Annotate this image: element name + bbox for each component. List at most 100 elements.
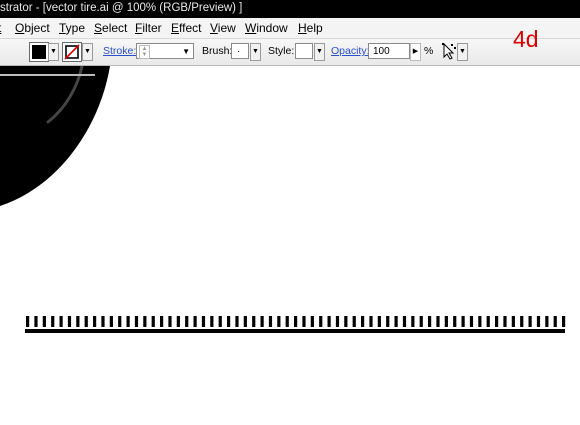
tread-tick[interactable] [243, 316, 247, 327]
tread-tick[interactable] [294, 316, 298, 327]
tread-base-bar[interactable] [25, 329, 565, 333]
tread-tick[interactable] [495, 316, 499, 327]
brush-field[interactable]: · [231, 43, 249, 59]
tread-tick[interactable] [436, 316, 440, 327]
stroke-weight-field[interactable]: ▲ ▼ ▼ [136, 43, 194, 59]
tread-tick[interactable] [369, 316, 373, 327]
tread-tick[interactable] [335, 316, 340, 327]
tread-tick[interactable] [469, 316, 474, 327]
tread-tick[interactable] [562, 316, 566, 327]
tread-tick[interactable] [352, 316, 356, 327]
tread-tick[interactable] [428, 316, 432, 327]
tread-tick[interactable] [51, 316, 55, 327]
tread-tick[interactable] [344, 316, 348, 327]
menu-item-view[interactable]: View [209, 20, 237, 36]
tread-tick[interactable] [235, 316, 239, 327]
menu-item-window[interactable]: Window [244, 20, 289, 36]
tread-tick[interactable] [93, 316, 97, 327]
tread-tick[interactable] [67, 316, 72, 327]
tread-tick[interactable] [545, 316, 549, 327]
tread-tick[interactable] [268, 316, 273, 327]
style-dropdown-arrow[interactable]: ▼ [314, 43, 325, 61]
tread-tick[interactable] [285, 316, 289, 327]
tread-tick[interactable] [76, 316, 80, 327]
tread-tick[interactable] [310, 316, 314, 327]
tread-tick[interactable] [528, 316, 532, 327]
opacity-label[interactable]: Opacity: [331, 45, 370, 57]
tread-tick[interactable] [59, 316, 63, 327]
stroke-weight-dropdown-icon[interactable]: ▼ [182, 44, 190, 60]
tread-tick[interactable] [134, 316, 139, 327]
stroke-dropdown-arrow[interactable]: ▼ [82, 43, 93, 61]
brush-dropdown-arrow[interactable]: ▼ [250, 43, 261, 61]
tread-tick[interactable] [210, 316, 214, 327]
tread-tick[interactable] [176, 316, 180, 327]
tread-tick[interactable] [252, 316, 256, 327]
tread-tick[interactable] [34, 316, 38, 327]
tread-tick[interactable] [201, 316, 206, 327]
tread-tick[interactable] [419, 316, 423, 327]
stroke-label[interactable]: Stroke: [103, 45, 136, 57]
tread-tick[interactable] [444, 316, 448, 327]
menu-item-object[interactable]: Object [14, 20, 51, 36]
tread-tick[interactable] [536, 316, 541, 327]
opacity-field[interactable]: 100 [368, 43, 410, 59]
tread-tick[interactable] [227, 316, 231, 327]
tread-tick[interactable] [520, 316, 524, 327]
menu-item-filter[interactable]: Filter [134, 20, 163, 36]
tread-tick[interactable] [511, 316, 515, 327]
select-similar-icon[interactable] [441, 42, 458, 61]
tread-tick[interactable] [160, 316, 164, 327]
menu-item-window-partial[interactable]: t [0, 20, 2, 36]
tread-tick[interactable] [118, 316, 122, 327]
tread-tick[interactable] [218, 316, 222, 327]
tread-tick[interactable] [26, 316, 30, 327]
brush-value: · [237, 46, 241, 57]
opacity-slider-arrow[interactable]: ▶ [410, 43, 421, 61]
menu-item-help[interactable]: Help [297, 20, 324, 36]
menu-item-select[interactable]: Select [93, 20, 128, 36]
tread-tick[interactable] [302, 316, 306, 327]
tread-tick[interactable] [386, 316, 390, 327]
style-label: Style: [268, 45, 295, 57]
tread-tick[interactable] [143, 316, 147, 327]
tread-tick[interactable] [185, 316, 189, 327]
fill-dropdown-arrow[interactable]: ▼ [48, 43, 59, 61]
tread-tick[interactable] [260, 316, 264, 327]
tire-shape[interactable] [0, 66, 110, 206]
tread-tick[interactable] [553, 316, 557, 327]
tread-tick[interactable] [168, 316, 172, 327]
tread-tick[interactable] [193, 316, 197, 327]
tread-tick[interactable] [478, 316, 482, 327]
stroke-weight-stepper-icon[interactable]: ▲ ▼ [139, 45, 150, 59]
tread-tick[interactable] [319, 316, 323, 327]
opacity-unit: % [424, 45, 434, 57]
tread-tick[interactable] [101, 316, 105, 327]
tread-tick[interactable] [84, 316, 88, 327]
menu-item-effect[interactable]: Effect [170, 20, 202, 36]
tread-tick[interactable] [151, 316, 155, 327]
tread-tick[interactable] [402, 316, 407, 327]
tread-tick[interactable] [361, 316, 365, 327]
tread-tick[interactable] [377, 316, 381, 327]
tread-tick[interactable] [411, 316, 415, 327]
artboard-canvas [0, 66, 566, 333]
style-swatch-field[interactable] [295, 43, 313, 59]
tread-tick[interactable] [486, 316, 490, 327]
tread-tick[interactable] [394, 316, 398, 327]
brush-label: Brush: [202, 45, 233, 57]
select-similar-dropdown-arrow[interactable]: ▼ [457, 43, 468, 61]
tread-tick[interactable] [453, 316, 457, 327]
fill-color-swatch[interactable] [29, 42, 49, 62]
stroke-color-swatch[interactable] [62, 42, 82, 62]
tread-tick[interactable] [327, 316, 331, 327]
tread-tick[interactable] [277, 316, 281, 327]
tread-tick[interactable] [461, 316, 465, 327]
control-palette: ▼ ▼ Stroke: ▲ ▼ ▼ Brush: · ▼ Style: ▼ Opa… [0, 39, 580, 66]
tread-tick[interactable] [42, 316, 46, 327]
tread-tick[interactable] [109, 316, 113, 327]
tread-tick-group[interactable] [26, 316, 566, 327]
tread-tick[interactable] [503, 316, 507, 327]
menu-item-type[interactable]: Type [58, 20, 86, 36]
tread-tick[interactable] [126, 316, 130, 327]
